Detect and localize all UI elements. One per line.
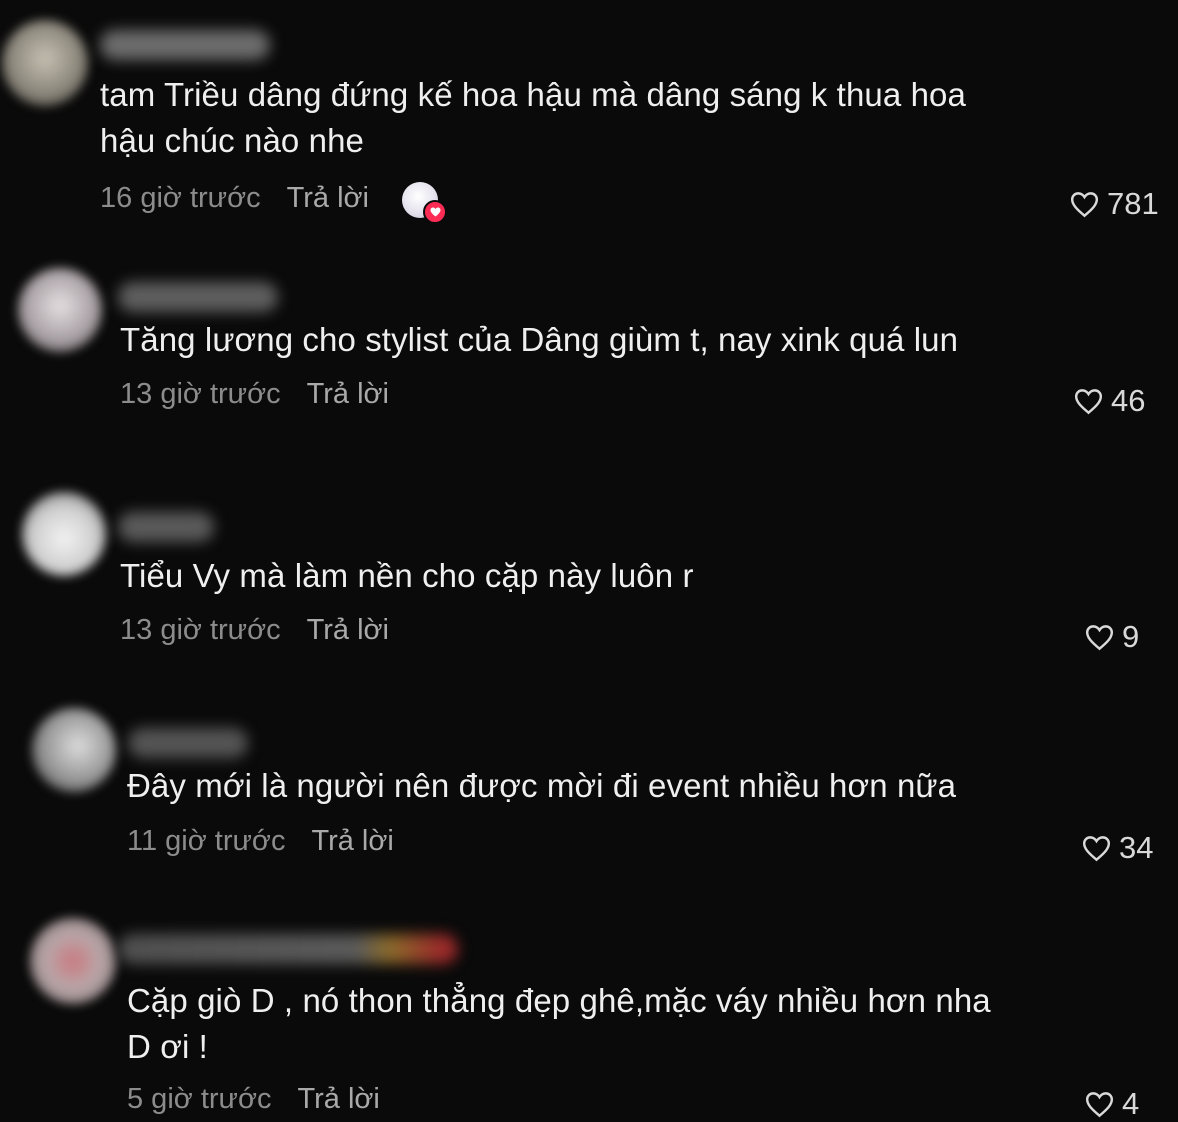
- comment-text: Cặp giò D , nó thon thẳng đẹp ghê,mặc vá…: [127, 978, 991, 1070]
- comment-text-line: D ơi !: [127, 1028, 208, 1065]
- like-button[interactable]: 4: [1085, 1086, 1139, 1122]
- comment-meta: 13 giờ trước Trả lời: [120, 613, 389, 647]
- reply-button[interactable]: Trả lời: [287, 182, 369, 214]
- heart-outline-icon: [1085, 1091, 1114, 1117]
- avatar[interactable]: [22, 492, 106, 576]
- comment-time: 5 giờ trước: [127, 1083, 272, 1115]
- heart-outline-icon: [1074, 388, 1103, 414]
- comment-time: 11 giờ trước: [127, 825, 286, 857]
- comment-meta: 13 giờ trước Trả lời: [120, 377, 389, 411]
- comment-text-line: Tiểu Vy mà làm nền cho cặp này luôn r: [120, 557, 694, 594]
- heart-outline-icon: [1085, 624, 1114, 650]
- username-blurred[interactable]: [100, 30, 270, 60]
- comment-text-line: Cặp giò D , nó thon thẳng đẹp ghê,mặc vá…: [127, 982, 991, 1019]
- reply-button[interactable]: Trả lời: [307, 378, 389, 410]
- like-count: 4: [1122, 1086, 1140, 1121]
- comment-meta: 5 giờ trước Trả lời: [127, 1082, 380, 1116]
- avatar[interactable]: [30, 918, 116, 1004]
- reply-button[interactable]: Trả lời: [297, 1083, 379, 1115]
- username-blurred[interactable]: [128, 728, 248, 758]
- comment-time: 13 giờ trước: [120, 614, 281, 646]
- like-count: 46: [1111, 383, 1146, 418]
- like-button[interactable]: 781: [1070, 186, 1159, 222]
- heart-outline-icon: [1082, 835, 1111, 861]
- like-count: 9: [1122, 619, 1140, 654]
- reply-button[interactable]: Trả lời: [307, 614, 389, 646]
- username-blurred[interactable]: [118, 934, 458, 964]
- comment-meta: 16 giờ trước Trả lời: [100, 181, 369, 215]
- heart-badge-icon: [423, 200, 447, 224]
- comment-text: Đây mới là người nên được mời đi event n…: [127, 763, 956, 809]
- comment-text: tam Triều dâng đứng kế hoa hậu mà dâng s…: [100, 72, 966, 164]
- comment-meta: 11 giờ trước Trả lời: [127, 824, 394, 858]
- username-blurred[interactable]: [118, 282, 278, 312]
- comment-text: Tiểu Vy mà làm nền cho cặp này luôn r: [120, 553, 694, 599]
- username-blurred[interactable]: [118, 512, 214, 542]
- avatar[interactable]: [2, 20, 88, 106]
- comment-text: Tăng lương cho stylist của Dâng giùm t, …: [120, 317, 958, 363]
- creator-liked-avatar: [402, 182, 447, 224]
- avatar[interactable]: [32, 708, 116, 792]
- like-button[interactable]: 46: [1074, 383, 1145, 419]
- comment-text-line: tam Triều dâng đứng kế hoa hậu mà dâng s…: [100, 76, 966, 113]
- like-count: 34: [1119, 830, 1154, 865]
- comment-text-line: hậu chúc nào nhe: [100, 122, 364, 159]
- comment-text-line: Đây mới là người nên được mời đi event n…: [127, 767, 957, 804]
- heart-outline-icon: [1070, 191, 1099, 217]
- like-button[interactable]: 9: [1085, 619, 1139, 655]
- like-count: 781: [1107, 186, 1159, 221]
- comment-time: 13 giờ trước: [120, 378, 281, 410]
- like-button[interactable]: 34: [1082, 830, 1153, 866]
- avatar[interactable]: [18, 268, 102, 352]
- comment-time: 16 giờ trước: [100, 182, 261, 214]
- reply-button[interactable]: Trả lời: [311, 825, 393, 857]
- comment-text-line: Tăng lương cho stylist của Dâng giùm t, …: [120, 321, 959, 358]
